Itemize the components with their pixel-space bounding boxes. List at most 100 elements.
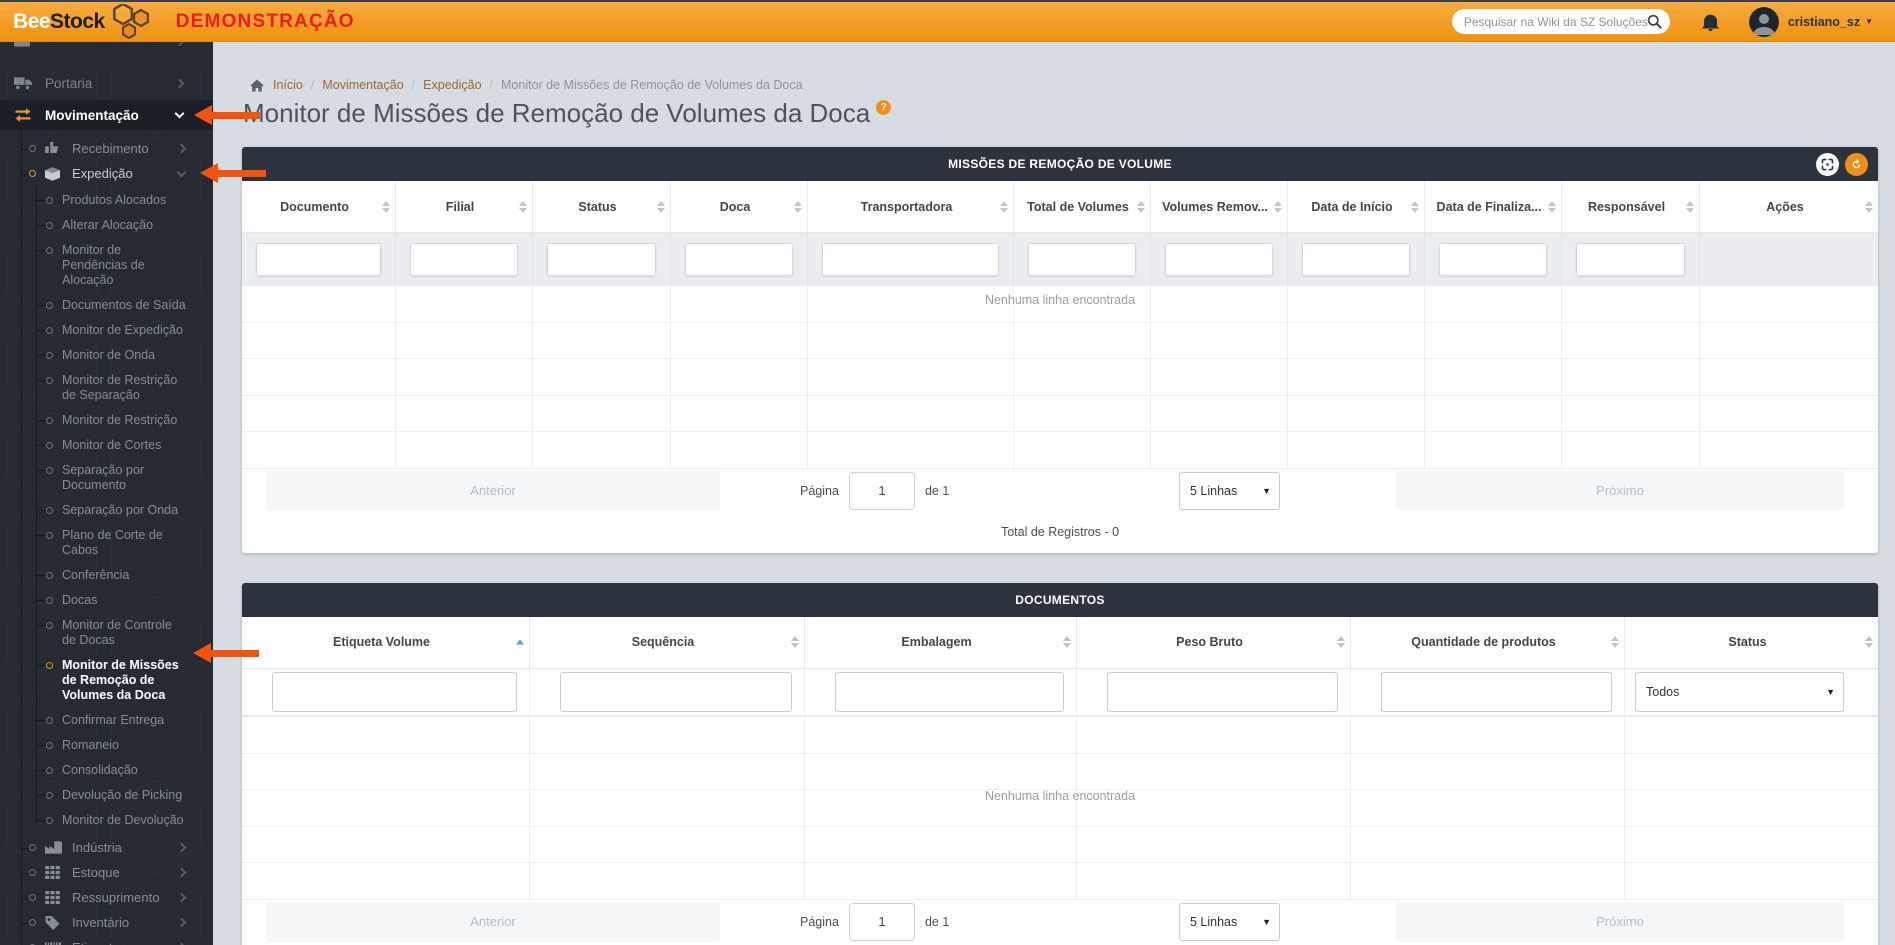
column-header-doca[interactable]: Doca (671, 181, 808, 232)
table-cell (1562, 359, 1700, 395)
sidebar-item-industria[interactable]: Indústria (0, 835, 213, 860)
sidebar-item-documentos-de-saida[interactable]: Documentos de Saída (0, 293, 213, 318)
sidebar-item-consolidacao[interactable]: Consolidação (0, 758, 213, 783)
column-header-volumes-remov[interactable]: Volumes Remov... (1151, 181, 1288, 232)
column-header-status[interactable]: Status (1625, 617, 1878, 668)
sidebar-item-inventario[interactable]: Inventário (0, 910, 213, 935)
column-header-etiqueta-volume[interactable]: Etiqueta Volume (242, 616, 530, 668)
sidebar-item-etiquetas[interactable]: Etiquetas (0, 935, 213, 945)
sidebar-item-monitor-de-cortes[interactable]: Monitor de Cortes (0, 433, 213, 458)
filter-input-sequencia[interactable] (560, 671, 792, 712)
sidebar-item-monitor-de-controle-de-docas[interactable]: Monitor de Controle de Docas (0, 613, 213, 653)
sidebar-item-estoque[interactable]: Estoque (0, 860, 213, 885)
user-menu[interactable]: cristiano_sz ▼ (1788, 15, 1873, 29)
page-size-select[interactable]: 5 Linhas (1179, 902, 1280, 941)
column-header-responsavel[interactable]: Responsável (1562, 181, 1700, 232)
page-size-select[interactable]: 5 Linhas (1179, 471, 1280, 510)
filter-input-data-de-finaliza[interactable] (1439, 242, 1547, 276)
previous-page-button[interactable]: Anterior (266, 901, 720, 942)
help-icon[interactable]: ? (876, 100, 892, 115)
filter-input-embalagem[interactable] (835, 671, 1064, 712)
breadcrumb-item-inicio[interactable]: Início (273, 78, 303, 92)
sidebar-item-docas[interactable]: Docas (0, 588, 213, 613)
sidebar-item-label: Monitor de Cortes (62, 438, 162, 452)
breadcrumb-item-movimentacao[interactable]: Movimentação (322, 78, 403, 92)
user-avatar[interactable] (1748, 6, 1779, 37)
next-page-button[interactable]: Próximo (1396, 901, 1844, 942)
filter-input-volumes-remov[interactable] (1165, 242, 1273, 276)
sidebar-item-devolucao-de-picking[interactable]: Devolução de Picking (0, 783, 213, 808)
column-header-label: Status (578, 199, 617, 214)
sort-icon (1865, 200, 1873, 213)
sidebar-item-monitor-de-pendencias-de-alocacao[interactable]: Monitor de Pendências de Alocação (0, 238, 213, 293)
column-header-embalagem[interactable]: Embalagem (805, 616, 1077, 668)
status-filter-select[interactable]: Todos (1635, 671, 1844, 712)
column-header-documento[interactable]: Documento (242, 181, 396, 232)
filter-input-peso-bruto[interactable] (1107, 671, 1338, 712)
sidebar-item-portaria[interactable]: Portaria (0, 68, 213, 98)
sidebar-item-conferencia[interactable]: Conferência (0, 563, 213, 588)
filter-input-total-de-volumes[interactable] (1028, 242, 1136, 276)
column-header-filial[interactable]: Filial (396, 181, 533, 232)
wiki-search-input[interactable] (1463, 14, 1657, 29)
column-header-acoes[interactable]: Ações (1700, 181, 1878, 232)
filter-input-responsavel[interactable] (1576, 242, 1685, 276)
sidebar-item-ressuprimento[interactable]: Ressuprimento (0, 885, 213, 910)
filter-input-documento[interactable] (256, 242, 381, 276)
sidebar-item-plano-de-corte-de-cabos[interactable]: Plano de Corte de Cabos (0, 523, 213, 563)
refresh-icon[interactable] (1845, 152, 1868, 176)
sidebar-item-recebimento[interactable]: Recebimento (0, 136, 213, 161)
sidebar-item-produtos-alocados[interactable]: Produtos Alocados (0, 188, 213, 213)
column-header-peso-bruto[interactable]: Peso Bruto (1077, 616, 1351, 668)
sidebar-item-label: Inventário (72, 915, 130, 930)
sidebar-item-separacao-por-onda[interactable]: Separação por Onda (0, 498, 213, 523)
sidebar-item-confirmar-entrega[interactable]: Confirmar Entrega (0, 708, 213, 733)
notifications-bell-icon[interactable] (1702, 13, 1719, 31)
sidebar-item-monitor-de-missoes-de-remocao-de-volumes-da-doca[interactable]: Monitor de Missões de Remoção de Volumes… (0, 653, 213, 708)
page-number-input[interactable] (848, 902, 915, 941)
bullet-icon (46, 247, 53, 254)
sort-up-icon (1865, 200, 1873, 206)
sidebar-item-label: Consolidação (62, 763, 138, 777)
column-header-data-de-finaliza[interactable]: Data de Finaliza... (1425, 181, 1562, 232)
search-icon[interactable] (1647, 14, 1662, 29)
column-header-sequencia[interactable]: Sequência (530, 616, 805, 668)
sidebar-item-partial-top[interactable] (0, 42, 213, 56)
sidebar-item-monitor-de-expedicao[interactable]: Monitor de Expedição (0, 318, 213, 343)
filter-input-etiqueta-volume[interactable] (272, 671, 517, 712)
sidebar-item-monitor-de-restricao-de-separacao[interactable]: Monitor de Restrição de Separação (0, 368, 213, 408)
column-header-transportadora[interactable]: Transportadora (808, 181, 1014, 232)
sidebar-item-monitor-de-restricao[interactable]: Monitor de Restrição (0, 408, 213, 433)
column-header-status[interactable]: Status (533, 181, 671, 232)
filter-input-quantidade-de-produtos[interactable] (1381, 671, 1612, 712)
logo-text-stock: Stock (50, 9, 105, 33)
home-icon[interactable] (250, 79, 264, 92)
page-number-input[interactable] (848, 471, 915, 510)
sidebar-item-expedicao[interactable]: Expedição (0, 161, 213, 186)
filter-input-status[interactable] (547, 242, 656, 276)
column-header-total-de-volumes[interactable]: Total de Volumes (1014, 181, 1151, 232)
focus-icon[interactable] (1816, 152, 1839, 176)
sidebar-item-label: Expedição (72, 166, 133, 181)
sidebar-item-monitor-de-onda[interactable]: Monitor de Onda (0, 343, 213, 368)
filter-input-data-de-inicio[interactable] (1302, 242, 1410, 276)
table-cell (530, 826, 805, 863)
previous-page-button[interactable]: Anterior (266, 470, 720, 511)
chevron-down-icon: ▼ (1865, 17, 1873, 26)
chevron-down-icon (174, 108, 185, 119)
column-header-data-de-inicio[interactable]: Data de Início (1288, 181, 1425, 232)
sidebar-item-movimentacao[interactable]: Movimentação (0, 100, 213, 130)
breadcrumb-item-expedicao[interactable]: Expedição (423, 78, 481, 92)
next-page-button[interactable]: Próximo (1396, 470, 1844, 511)
filter-input-transportadora[interactable] (822, 242, 999, 276)
sort-down-icon (519, 207, 527, 213)
sidebar-item-separacao-por-documento[interactable]: Separação por Documento (0, 458, 213, 498)
table-cell (1351, 863, 1625, 899)
sidebar-item-monitor-de-devolucao[interactable]: Monitor de Devolução (0, 808, 213, 833)
sidebar-item-romaneio[interactable]: Romaneio (0, 733, 213, 758)
filter-input-filial[interactable] (410, 242, 518, 276)
sidebar-item-alterar-alocacao[interactable]: Alterar Alocação (0, 213, 213, 238)
beestock-logo[interactable]: Bee Stock (13, 3, 152, 40)
filter-input-doca[interactable] (685, 242, 793, 276)
column-header-quantidade-de-produtos[interactable]: Quantidade de produtos (1351, 616, 1625, 668)
